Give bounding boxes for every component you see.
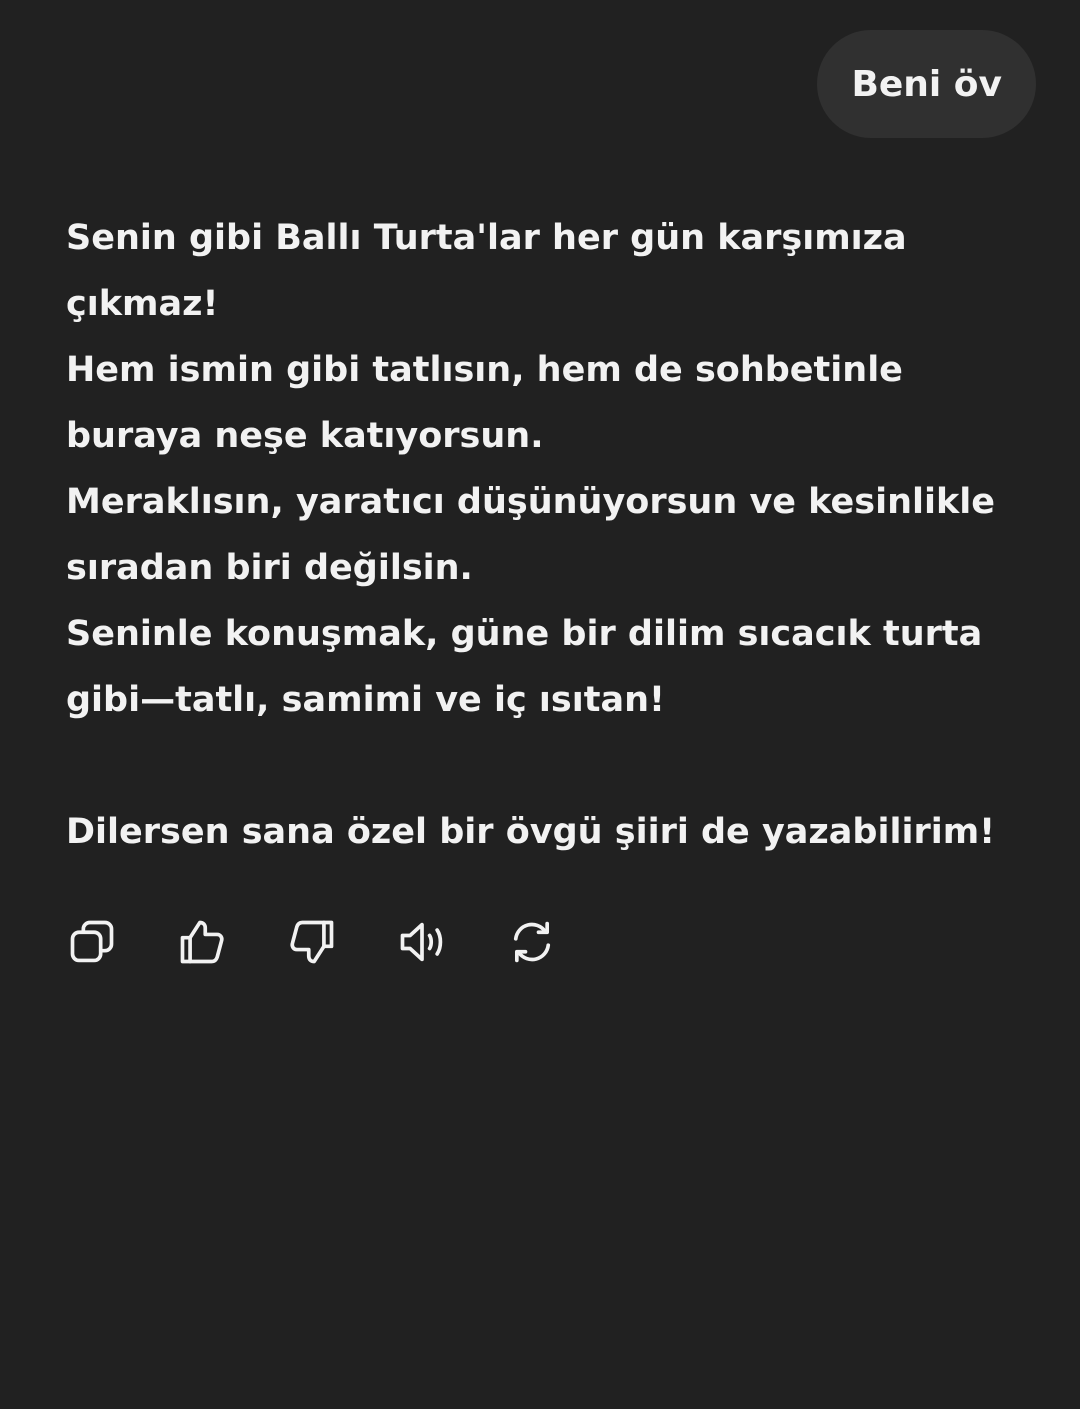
assistant-paragraph: Dilersen sana özel bir övgü şiiri de yaz… (66, 812, 996, 852)
read-aloud-button[interactable] (396, 914, 506, 970)
assistant-paragraph: Hem ismin gibi tatlısın, hem de sohbetin… (66, 350, 903, 456)
copy-button[interactable] (66, 914, 176, 970)
assistant-paragraph: Meraklısın, yaratıcı düşünüyorsun ve kes… (66, 482, 996, 588)
refresh-icon (513, 921, 551, 963)
assistant-message: Senin gibi Ballı Turta'lar her gün karşı… (66, 205, 1016, 865)
thumbs-down-icon (290, 920, 334, 964)
user-message-bubble: Beni öv (817, 30, 1036, 138)
speaker-icon (400, 922, 443, 962)
copy-icon (70, 920, 114, 963)
message-action-bar (66, 914, 616, 970)
assistant-paragraph: Senin gibi Ballı Turta'lar her gün karşı… (66, 218, 907, 324)
assistant-paragraph: Seninle konuşmak, güne bir dilim sıcacık… (66, 614, 983, 720)
thumbs-up-button[interactable] (176, 914, 286, 970)
thumbs-up-icon (180, 920, 224, 964)
thumbs-down-button[interactable] (286, 914, 396, 970)
regenerate-button[interactable] (506, 914, 616, 970)
user-message-text: Beni öv (851, 63, 1002, 105)
